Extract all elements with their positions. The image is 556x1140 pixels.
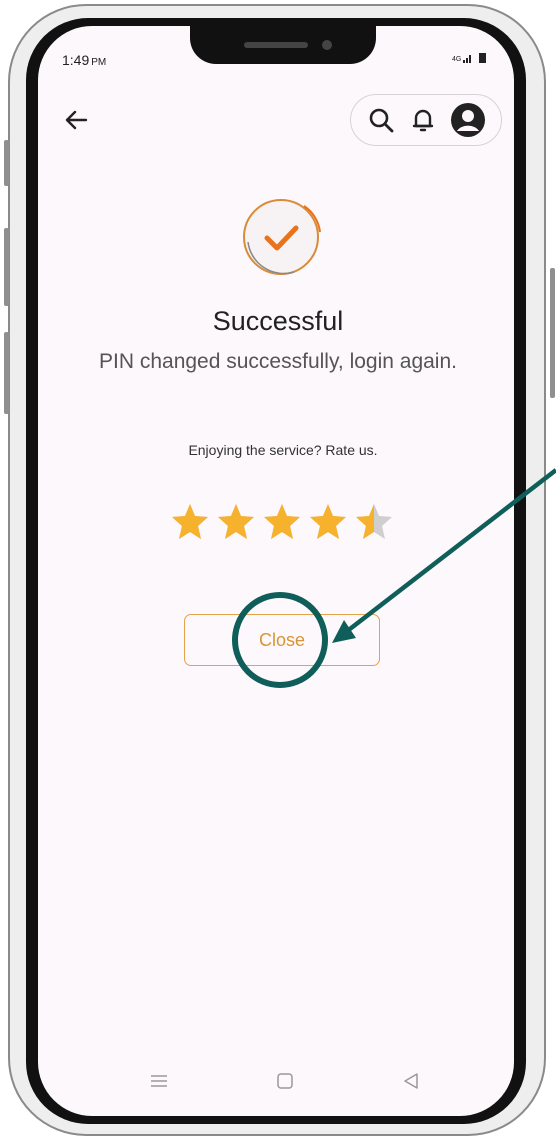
front-camera — [322, 40, 332, 50]
arrow-left-icon — [65, 110, 88, 130]
menu-icon — [151, 1074, 167, 1087]
menu-nav-button[interactable] — [150, 1073, 168, 1094]
star-icon[interactable] — [262, 502, 302, 542]
home-nav-button[interactable] — [276, 1072, 294, 1095]
search-icon — [369, 108, 394, 133]
back-nav-button[interactable] — [402, 1072, 420, 1095]
success-message: PIN changed successfully, login again. — [99, 350, 457, 373]
battery-icon — [479, 52, 487, 67]
notifications-button[interactable] — [409, 105, 437, 135]
profile-button[interactable] — [450, 102, 486, 138]
bell-icon — [412, 109, 434, 132]
phone-side-button — [4, 140, 9, 186]
user-avatar-icon — [451, 103, 486, 137]
star-icon[interactable] — [170, 502, 210, 542]
app-screen — [38, 26, 514, 1116]
star-rating[interactable] — [170, 502, 400, 546]
star-icon[interactable] — [354, 502, 394, 542]
star-icon[interactable] — [216, 502, 256, 542]
star-icon[interactable] — [308, 502, 348, 542]
status-time-value: 1:49 — [62, 52, 90, 68]
rating-prompt: Enjoying the service? Rate us. — [188, 442, 378, 458]
network-type-label: 4G — [452, 56, 461, 63]
annotation-highlight-circle — [232, 592, 328, 688]
status-ampm: PM — [91, 57, 107, 68]
home-square-icon — [277, 1072, 293, 1089]
signal-icon: 4G — [452, 52, 476, 67]
success-title: Successful — [212, 306, 344, 336]
status-icons: 4G — [452, 52, 487, 67]
header-actions — [350, 94, 502, 146]
success-check-icon — [234, 192, 328, 282]
search-button[interactable] — [366, 105, 396, 135]
phone-side-button — [4, 228, 9, 306]
status-time: 1:49 PM — [62, 52, 106, 68]
system-nav-bar — [150, 1070, 420, 1096]
speaker-grille — [244, 42, 308, 48]
back-button[interactable] — [62, 106, 90, 134]
back-triangle-icon — [404, 1072, 418, 1089]
